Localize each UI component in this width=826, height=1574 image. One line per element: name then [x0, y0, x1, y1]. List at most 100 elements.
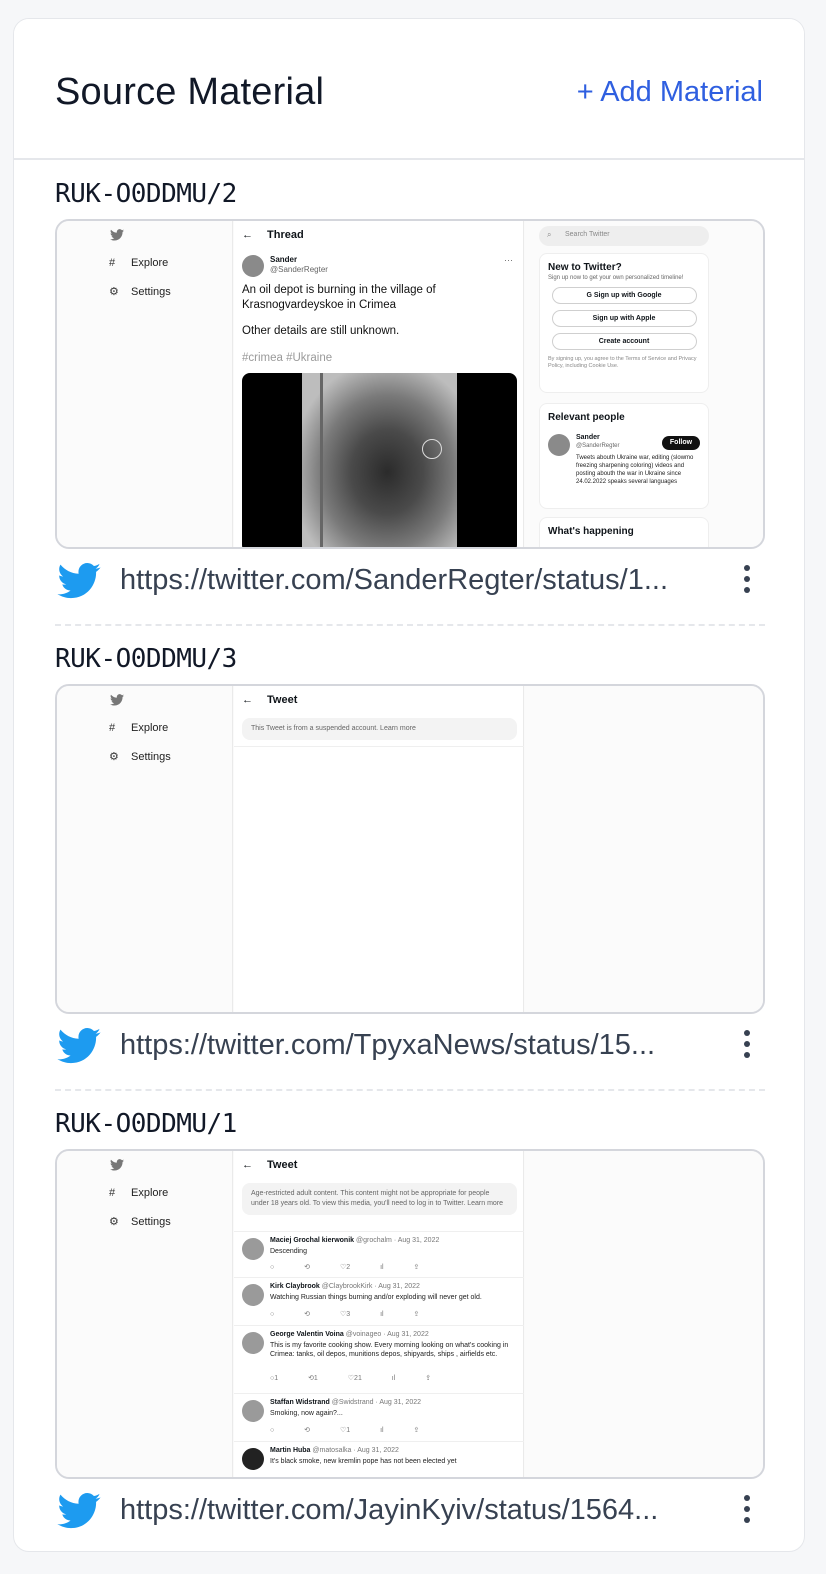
twitter-sidebar: # Explore ⚙ Settings [57, 221, 233, 547]
nav-settings: ⚙ Settings [109, 1216, 171, 1228]
source-link-row: https://twitter.com/TpyxaNews/status/15.… [55, 1026, 765, 1064]
kebab-menu-icon[interactable] [743, 565, 751, 595]
nav-explore: # Explore [109, 257, 169, 269]
material-screenshot[interactable]: # Explore ⚙ Settings ← Thread Sander @Sande… [55, 219, 765, 549]
back-arrow-icon: ← [242, 229, 253, 241]
reply-meta: @grochalm · Aug 31, 2022 [355, 1237, 440, 1244]
add-material-button[interactable]: + Add Material [577, 76, 763, 109]
source-material-panel: Source Material + Add Material RUK-O0DDM… [13, 18, 805, 1552]
source-url-link[interactable]: https://twitter.com/JayinKyiv/status/156… [120, 1491, 720, 1529]
relevant-title: Relevant people [548, 412, 625, 423]
source-url-link[interactable]: https://twitter.com/SanderRegter/status/… [120, 561, 720, 599]
avatar [242, 1448, 264, 1470]
twitter-right-rail [525, 686, 763, 1012]
gear-icon: ⚙ [109, 751, 119, 763]
reply-item: George Valentin Voina @voinageo · Aug 31… [234, 1325, 524, 1393]
search-input: Search Twitter [539, 226, 709, 246]
signup-subtitle: Sign up now to get your own personalized… [548, 275, 684, 281]
follow-button: Follow [662, 436, 700, 450]
twitter-logo-icon [110, 229, 124, 244]
back-arrow-icon: ← [242, 1159, 253, 1171]
tweet-header: ← Tweet [242, 694, 298, 706]
author-handle: @SanderRegter [270, 265, 328, 274]
reply-meta: @voinageo · Aug 31, 2022 [345, 1331, 429, 1338]
smoke-image [302, 373, 457, 547]
divider [55, 624, 765, 626]
create-account-button: Create account [551, 333, 697, 350]
watermark-icon [422, 439, 442, 459]
whats-happening-card: What's happening [539, 517, 709, 547]
avatar [242, 1238, 264, 1260]
reply-meta: @Swidstrand · Aug 31, 2022 [331, 1399, 421, 1406]
happening-title: What's happening [548, 526, 634, 537]
reply-author: Kirk Claybrook [270, 1283, 320, 1290]
reply-actions: ○ ⟲ ♡1 ıl ⇪ [270, 1427, 420, 1434]
terms-text: By signing up, you agree to the Terms of… [548, 356, 697, 369]
reply-meta: @ClaybrookKirk · Aug 31, 2022 [321, 1283, 420, 1290]
divider [55, 1089, 765, 1091]
twitter-logo-icon [110, 694, 124, 709]
reply-actions: ○1 ⟲1 ♡21 ıl ⇪ [270, 1375, 432, 1382]
twitter-right-rail [525, 1151, 763, 1477]
google-signup-button: G Sign up with Google [551, 287, 697, 304]
panel-title: Source Material [55, 71, 325, 113]
gear-icon: ⚙ [109, 286, 119, 298]
back-arrow-icon: ← [242, 694, 253, 706]
twitter-tweet: ← Tweet Age-restricted adult content. Thi… [234, 1151, 524, 1477]
reply-author: Maciej Grochal kierwonik [270, 1237, 355, 1244]
twitter-bird-icon [57, 1493, 101, 1529]
hashtag-icon: # [109, 1187, 116, 1199]
tweet-text-line: An oil depot is burning in the village o… [242, 284, 436, 296]
reply-text: Watching Russian things burning and/or e… [270, 1294, 482, 1301]
reply-text: Descending [270, 1248, 307, 1255]
source-url-link[interactable]: https://twitter.com/TpyxaNews/status/15.… [120, 1026, 720, 1064]
reply-text: This is my favorite cooking show. Every … [270, 1342, 509, 1358]
twitter-sidebar: # Explore ⚙ Settings [57, 686, 233, 1012]
rel-name: Sander [576, 434, 600, 441]
pole [320, 373, 323, 547]
twitter-thread: ← Thread Sander @SanderRegter ··· An oil … [234, 221, 524, 547]
signup-title: New to Twitter? [548, 262, 622, 273]
kebab-menu-icon[interactable] [743, 1495, 751, 1525]
reply-actions: ○ ⟲ ♡3 ıl ⇪ [270, 1311, 420, 1318]
twitter-sidebar: # Explore ⚙ Settings [57, 1151, 233, 1477]
google-icon: G [586, 292, 594, 299]
source-link-row: https://twitter.com/JayinKyiv/status/156… [55, 1491, 765, 1529]
tweet-text-line: Krasnogvardeyskoe in Crimea [242, 299, 397, 311]
kebab-menu-icon[interactable] [743, 1030, 751, 1060]
reply-meta: @matosalka · Aug 31, 2022 [312, 1447, 399, 1454]
reply-item: Maciej Grochal kierwonik @grochalm · Aug… [234, 1231, 524, 1277]
reply-item: Martin Huba @matosalka · Aug 31, 2022 It… [234, 1441, 524, 1477]
tweet-text-line: Other details are still unknown. [242, 325, 400, 337]
age-restricted-notice: Age-restricted adult content. This conte… [242, 1183, 517, 1215]
reply-text: It's black smoke, new kremlin pope has n… [270, 1458, 457, 1465]
hashtag-icon: # [109, 722, 116, 734]
material-screenshot[interactable]: # Explore ⚙ Settings ← Tweet This Tweet is … [55, 684, 765, 1014]
material-screenshot[interactable]: # Explore ⚙ Settings ← Tweet Age-restricted… [55, 1149, 765, 1479]
material-id: RUK-O0DDMU/1 [55, 1109, 237, 1139]
avatar [242, 255, 264, 277]
avatar [548, 434, 570, 456]
avatar [242, 1332, 264, 1354]
gear-icon: ⚙ [109, 1216, 119, 1228]
twitter-bird-icon [57, 1028, 101, 1064]
rel-bio: Tweets abouth Ukraine war, editing (slow… [576, 455, 694, 485]
source-link-row: https://twitter.com/SanderRegter/status/… [55, 561, 765, 599]
nav-explore: # Explore [109, 722, 169, 734]
twitter-tweet: ← Tweet This Tweet is from a suspended ac… [234, 686, 524, 1012]
panel-header: Source Material + Add Material [14, 19, 804, 160]
reply-text: Smoking, now again?... [270, 1410, 343, 1417]
apple-signup-button: Sign up with Apple [551, 310, 697, 327]
relevant-people-card: Relevant people Sander @SanderRegter Fol… [539, 403, 709, 509]
reply-author: Staffan Widstrand [270, 1399, 330, 1406]
avatar [242, 1284, 264, 1306]
reply-item: Staffan Widstrand @Swidstrand · Aug 31, … [234, 1393, 524, 1441]
reply-actions: ○ ⟲ ♡2 ıl ⇪ [270, 1264, 420, 1271]
material-id: RUK-O0DDMU/2 [55, 179, 237, 209]
reply-item: Kirk Claybrook @ClaybrookKirk · Aug 31, … [234, 1277, 524, 1325]
signup-card: New to Twitter? Sign up now to get your … [539, 253, 709, 393]
rel-handle: @SanderRegter [576, 443, 620, 449]
suspended-notice: This Tweet is from a suspended account. … [242, 718, 517, 740]
material-id: RUK-O0DDMU/3 [55, 644, 237, 674]
hashtag-icon: # [109, 257, 116, 269]
